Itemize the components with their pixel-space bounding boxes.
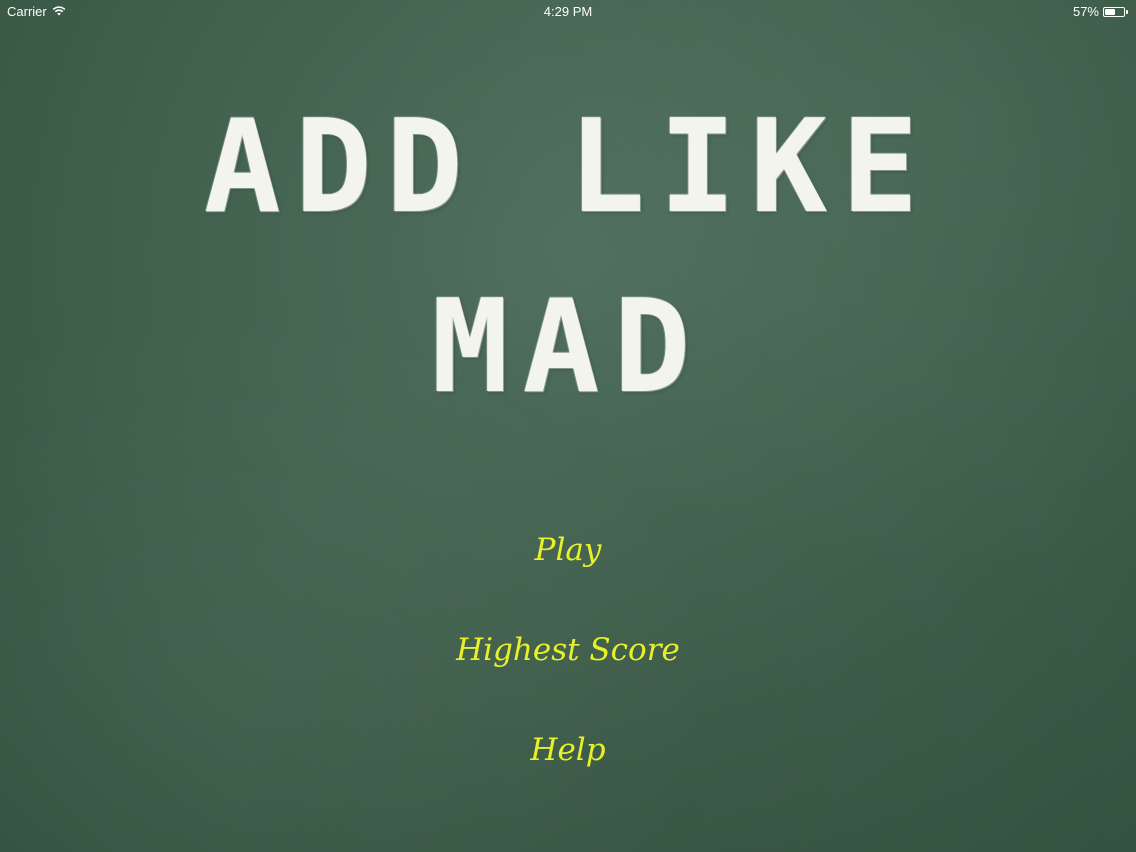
status-right: 57%	[1073, 4, 1128, 19]
status-bar: Carrier 4:29 PM 57%	[0, 0, 1136, 22]
battery-tip	[1126, 9, 1128, 14]
help-button[interactable]: Help	[0, 730, 1136, 770]
highest-score-button[interactable]: Highest Score	[0, 630, 1136, 670]
battery-level	[1105, 8, 1116, 15]
play-button[interactable]: Play	[0, 530, 1136, 570]
battery-icon	[1103, 6, 1125, 17]
game-title-line-1: ADD LIKE	[203, 93, 933, 242]
status-time: 4:29 PM	[543, 4, 593, 19]
game-title-line-2: MAD	[431, 273, 705, 422]
battery-percent: 57%	[1072, 4, 1099, 19]
